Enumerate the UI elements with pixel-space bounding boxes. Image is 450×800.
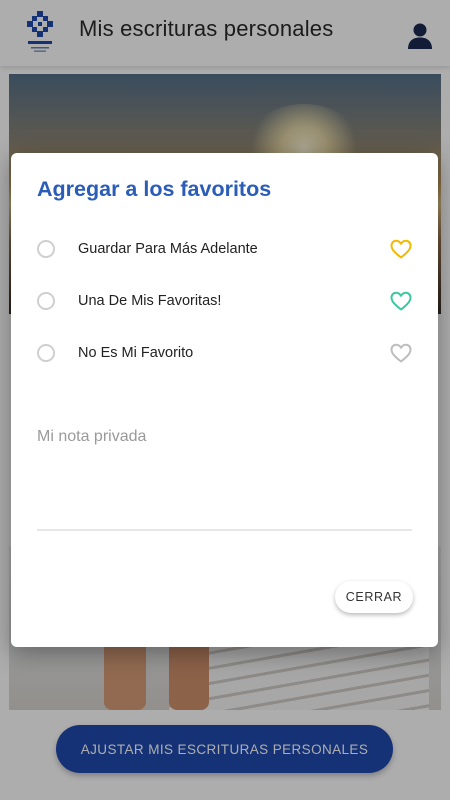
option-label: Una De Mis Favoritas! [78,293,222,309]
option-one-of-favorites[interactable]: Una De Mis Favoritas! [11,283,438,323]
favorites-dialog: Agregar a los favoritos Guardar Para Más… [11,153,438,647]
private-note-input[interactable]: Mi nota privada [37,428,146,446]
option-label: No Es Mi Favorito [78,345,194,361]
heart-outline-icon [390,291,412,311]
heart-outline-icon [390,239,412,259]
note-field-underline [37,529,412,531]
option-label: Guardar Para Más Adelante [78,241,258,257]
option-save-for-later[interactable]: Guardar Para Más Adelante [11,231,438,271]
dialog-title: Agregar a los favoritos [37,177,272,201]
radio-button[interactable] [37,344,55,362]
close-button[interactable]: CERRAR [335,581,413,613]
option-not-favorite[interactable]: No Es Mi Favorito [11,335,438,375]
radio-button[interactable] [37,292,55,310]
heart-outline-icon [390,343,412,363]
radio-button[interactable] [37,240,55,258]
